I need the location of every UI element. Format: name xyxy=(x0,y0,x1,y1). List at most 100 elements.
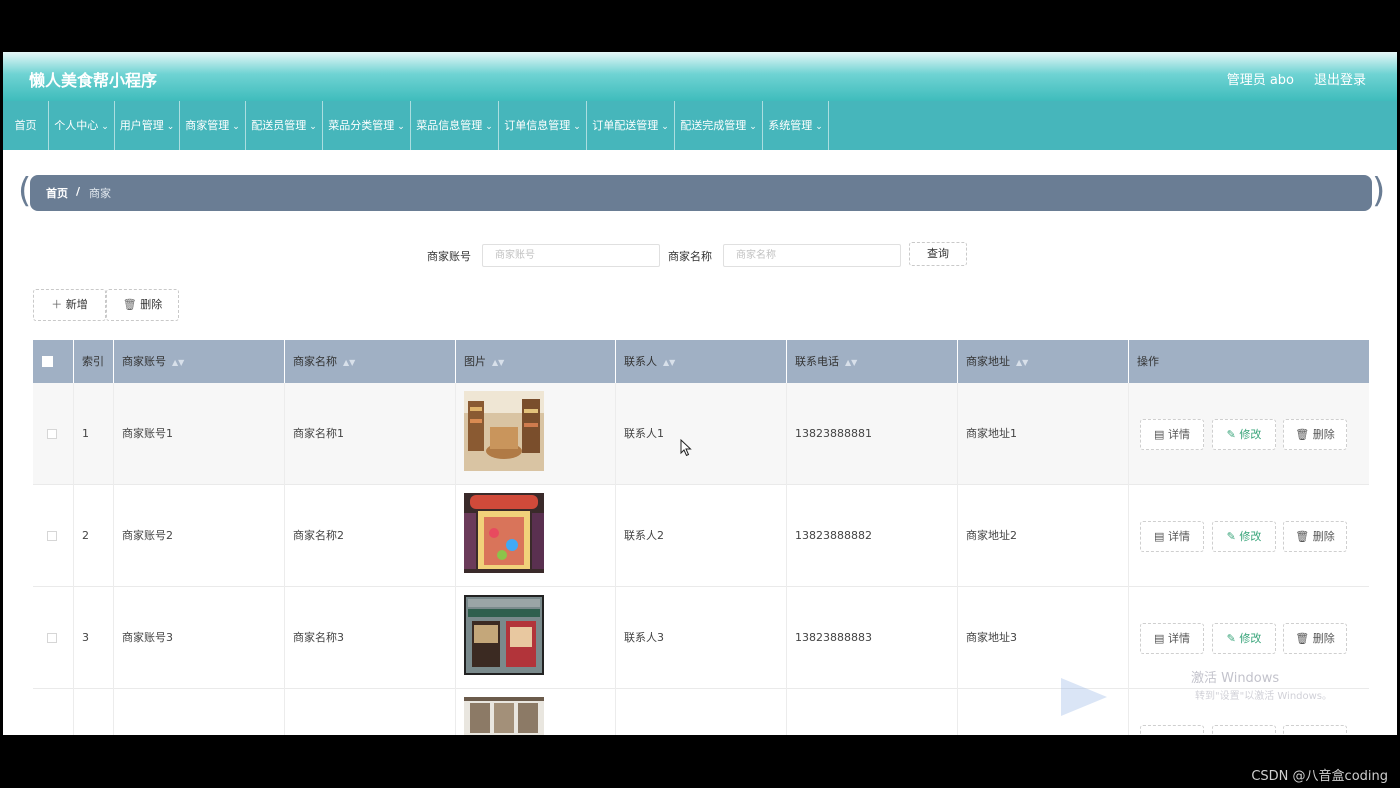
name-cell: 商家名称1 xyxy=(285,383,456,485)
delete-label: 删除 xyxy=(1312,428,1335,441)
sort-icon[interactable]: ▲▼ xyxy=(1016,358,1028,367)
bulk-delete-button[interactable]: 🗑 删除 xyxy=(106,289,179,321)
account-cell: 商家账号2 xyxy=(114,485,285,587)
nav-item-home[interactable]: 首页 xyxy=(3,101,49,150)
admin-user-label: 管理员 abo xyxy=(1226,73,1294,88)
detail-button[interactable]: ▤ 详情 xyxy=(1140,623,1204,654)
nav-item-profile[interactable]: 个人中心 ⌄ xyxy=(49,101,115,150)
nav-item-dish-categories[interactable]: 菜品分类管理 ⌄ xyxy=(323,101,411,150)
main-nav: 首页 个人中心 ⌄ 用户管理 ⌄ 商家管理 ⌄ 配送员管理 ⌄ 菜品分类管理 ⌄ 菜品信息… xyxy=(3,101,1397,150)
sort-icon[interactable]: ▲▼ xyxy=(663,358,675,367)
nav-item-system[interactable]: 系统管理 ⌄ xyxy=(763,101,829,150)
image-cell xyxy=(456,485,616,587)
account-search-input[interactable] xyxy=(482,244,660,267)
merchant-photo[interactable] xyxy=(464,697,544,735)
image-cell xyxy=(456,383,616,485)
header-phone[interactable]: 联系电话 ▲▼ xyxy=(787,340,958,383)
header-name[interactable]: 商家名称 ▲▼ xyxy=(285,340,456,383)
nav-item-merchants[interactable]: 商家管理 ⌄ xyxy=(180,101,246,150)
merchant-photo[interactable] xyxy=(464,595,544,675)
header-image[interactable]: 图片 ▲▼ xyxy=(456,340,616,383)
add-button-label: 新增 xyxy=(65,298,88,311)
header-actions: 操作 xyxy=(1129,340,1369,383)
select-cell xyxy=(33,383,74,485)
name-search-input[interactable] xyxy=(723,244,901,267)
nav-item-order-delivery[interactable]: 订单配送管理 ⌄ xyxy=(587,101,675,150)
chevron-down-icon: ⌄ xyxy=(661,122,669,132)
account-search-label: 商家账号 xyxy=(427,250,471,263)
header-account[interactable]: 商家账号 ▲▼ xyxy=(114,340,285,383)
delete-label: 删除 xyxy=(1312,632,1335,645)
sort-icon[interactable]: ▲▼ xyxy=(845,358,857,367)
trash-icon: 🗑 xyxy=(1295,428,1310,441)
edit-button[interactable]: ✎ 修改 xyxy=(1212,419,1276,450)
delete-button[interactable] xyxy=(1283,725,1347,735)
delete-button[interactable]: 🗑 删除 xyxy=(1283,419,1347,450)
address-cell: 商家地址2 xyxy=(958,485,1129,587)
address-cell: 商家地址1 xyxy=(958,383,1129,485)
nav-item-users[interactable]: 用户管理 ⌄ xyxy=(115,101,180,150)
image-cell xyxy=(456,587,616,689)
merchant-photo[interactable] xyxy=(464,391,544,471)
logout-link[interactable]: 退出登录 xyxy=(1314,69,1366,88)
nav-label: 菜品信息管理 xyxy=(416,119,483,132)
select-all-checkbox[interactable] xyxy=(42,356,53,367)
sort-icon[interactable]: ▲▼ xyxy=(172,358,184,367)
nav-item-delivery-complete[interactable]: 配送完成管理 ⌄ xyxy=(675,101,763,150)
table-row xyxy=(33,689,1369,735)
edit-label: 修改 xyxy=(1239,428,1262,441)
row-checkbox[interactable] xyxy=(47,429,57,439)
index-cell: 1 xyxy=(74,383,114,485)
nav-label: 配送完成管理 xyxy=(680,119,747,132)
breadcrumb-home[interactable]: 首页 xyxy=(46,185,68,201)
activate-windows-title: 激活 Windows xyxy=(1191,671,1280,686)
detail-label: 详情 xyxy=(1167,530,1190,543)
phone-cell: 13823888881 xyxy=(787,383,958,485)
header-contact-label: 联系人 xyxy=(624,355,657,368)
detail-label: 详情 xyxy=(1167,632,1190,645)
edit-button[interactable]: ✎ 修改 xyxy=(1212,623,1276,654)
edit-button[interactable] xyxy=(1212,725,1276,735)
mouse-cursor-icon xyxy=(680,439,692,457)
breadcrumb-current: 商家 xyxy=(89,187,111,200)
row-checkbox[interactable] xyxy=(47,531,57,541)
document-icon: ▤ xyxy=(1154,632,1165,645)
chevron-down-icon: ⌄ xyxy=(485,122,493,132)
detail-button[interactable]: ▤ 详情 xyxy=(1140,419,1204,450)
sort-icon[interactable]: ▲▼ xyxy=(492,358,504,367)
nav-label: 商家管理 xyxy=(185,119,230,132)
actions-cell: ▤ 详情 ✎ 修改 🗑 删除 xyxy=(1129,383,1369,485)
detail-button[interactable] xyxy=(1140,725,1204,735)
header-account-label: 商家账号 xyxy=(122,355,166,368)
chevron-down-icon: ⌄ xyxy=(573,122,581,132)
nav-item-dish-info[interactable]: 菜品信息管理 ⌄ xyxy=(411,101,499,150)
pencil-icon: ✎ xyxy=(1226,530,1236,543)
header-address[interactable]: 商家地址 ▲▼ xyxy=(958,340,1129,383)
header-name-label: 商家名称 xyxy=(293,355,337,368)
name-search-label: 商家名称 xyxy=(668,250,712,263)
app-window: 懒人美食帮小程序 管理员 abo 退出登录 首页 个人中心 ⌄ 用户管理 ⌄ 商家管… xyxy=(3,52,1397,735)
edit-label: 修改 xyxy=(1239,530,1262,543)
detail-button[interactable]: ▤ 详情 xyxy=(1140,521,1204,552)
windows-logo-icon xyxy=(1061,678,1107,716)
header-phone-label: 联系电话 xyxy=(795,355,839,368)
trash-icon: 🗑 xyxy=(122,298,137,311)
name-cell: 商家名称2 xyxy=(285,485,456,587)
account-cell: 商家账号3 xyxy=(114,587,285,689)
row-checkbox[interactable] xyxy=(47,633,57,643)
header-contact[interactable]: 联系人 ▲▼ xyxy=(616,340,787,383)
nav-item-couriers[interactable]: 配送员管理 ⌄ xyxy=(246,101,323,150)
edit-button[interactable]: ✎ 修改 xyxy=(1212,521,1276,552)
nav-item-orders[interactable]: 订单信息管理 ⌄ xyxy=(499,101,587,150)
add-button[interactable]: ＋ 新增 xyxy=(33,289,106,321)
query-button[interactable]: 查询 xyxy=(909,242,967,266)
chevron-down-icon: ⌄ xyxy=(309,122,317,132)
delete-button[interactable]: 🗑 删除 xyxy=(1283,623,1347,654)
phone-cell xyxy=(787,689,958,735)
account-cell: 商家账号1 xyxy=(114,383,285,485)
trash-icon: 🗑 xyxy=(1295,530,1310,543)
select-cell xyxy=(33,587,74,689)
delete-button[interactable]: 🗑 删除 xyxy=(1283,521,1347,552)
merchant-photo[interactable] xyxy=(464,493,544,573)
sort-icon[interactable]: ▲▼ xyxy=(343,358,355,367)
